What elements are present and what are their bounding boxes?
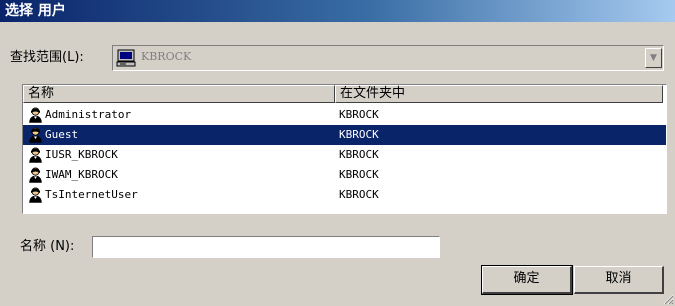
list-item[interactable]: TsInternetUser KBROCK — [23, 185, 666, 205]
user-icon — [28, 127, 43, 143]
user-name: IUSR_KBROCK — [45, 148, 118, 161]
look-in-label: 查找范围(L): — [10, 49, 84, 67]
look-in-value: KBROCK — [141, 50, 192, 63]
window-title: 选择 用户 — [5, 3, 66, 19]
resize-grip-icon[interactable] — [662, 293, 674, 305]
user-name: Administrator — [45, 108, 132, 121]
user-name: TsInternetUser — [45, 188, 138, 201]
computer-icon — [116, 49, 136, 67]
user-folder: KBROCK — [339, 108, 379, 121]
cancel-button[interactable]: 取消 — [574, 266, 664, 294]
user-icon — [28, 167, 43, 183]
user-folder: KBROCK — [339, 128, 379, 141]
list-item[interactable]: Administrator KBROCK — [23, 105, 666, 125]
look-in-label-text: 查找范围 — [10, 50, 63, 65]
user-icon — [28, 187, 43, 203]
user-folder: KBROCK — [339, 168, 379, 181]
title-bar: 选择 用户 — [0, 0, 675, 22]
name-input[interactable] — [92, 236, 440, 258]
column-header-folder[interactable]: 在文件夹中 — [335, 85, 663, 103]
list-item[interactable]: IUSR_KBROCK KBROCK — [23, 145, 666, 165]
name-field-label: 名称 (N): — [20, 239, 75, 254]
look-in-combobox[interactable]: KBROCK ▼ — [112, 45, 664, 71]
user-name: Guest — [45, 128, 79, 141]
ok-button[interactable]: 确定 — [481, 265, 573, 295]
look-in-accelerator: (L): — [62, 50, 84, 65]
list-item[interactable]: IWAM_KBROCK KBROCK — [23, 165, 666, 185]
user-icon — [28, 147, 43, 163]
list-rows: Administrator KBROCK Guest KBROCK IUSR_KBROC… — [23, 105, 666, 205]
user-name: IWAM_KBROCK — [45, 168, 118, 181]
dropdown-arrow-button[interactable]: ▼ — [645, 48, 662, 68]
user-folder: KBROCK — [339, 148, 379, 161]
list-header: 名称 在文件夹中 — [23, 85, 666, 103]
user-icon — [28, 107, 43, 123]
column-header-name[interactable]: 名称 — [23, 85, 335, 103]
user-list[interactable]: 名称 在文件夹中 Administrator KBROCK Guest KBROCK I… — [22, 84, 667, 214]
user-folder: KBROCK — [339, 188, 379, 201]
list-item[interactable]: Guest KBROCK — [23, 125, 666, 145]
